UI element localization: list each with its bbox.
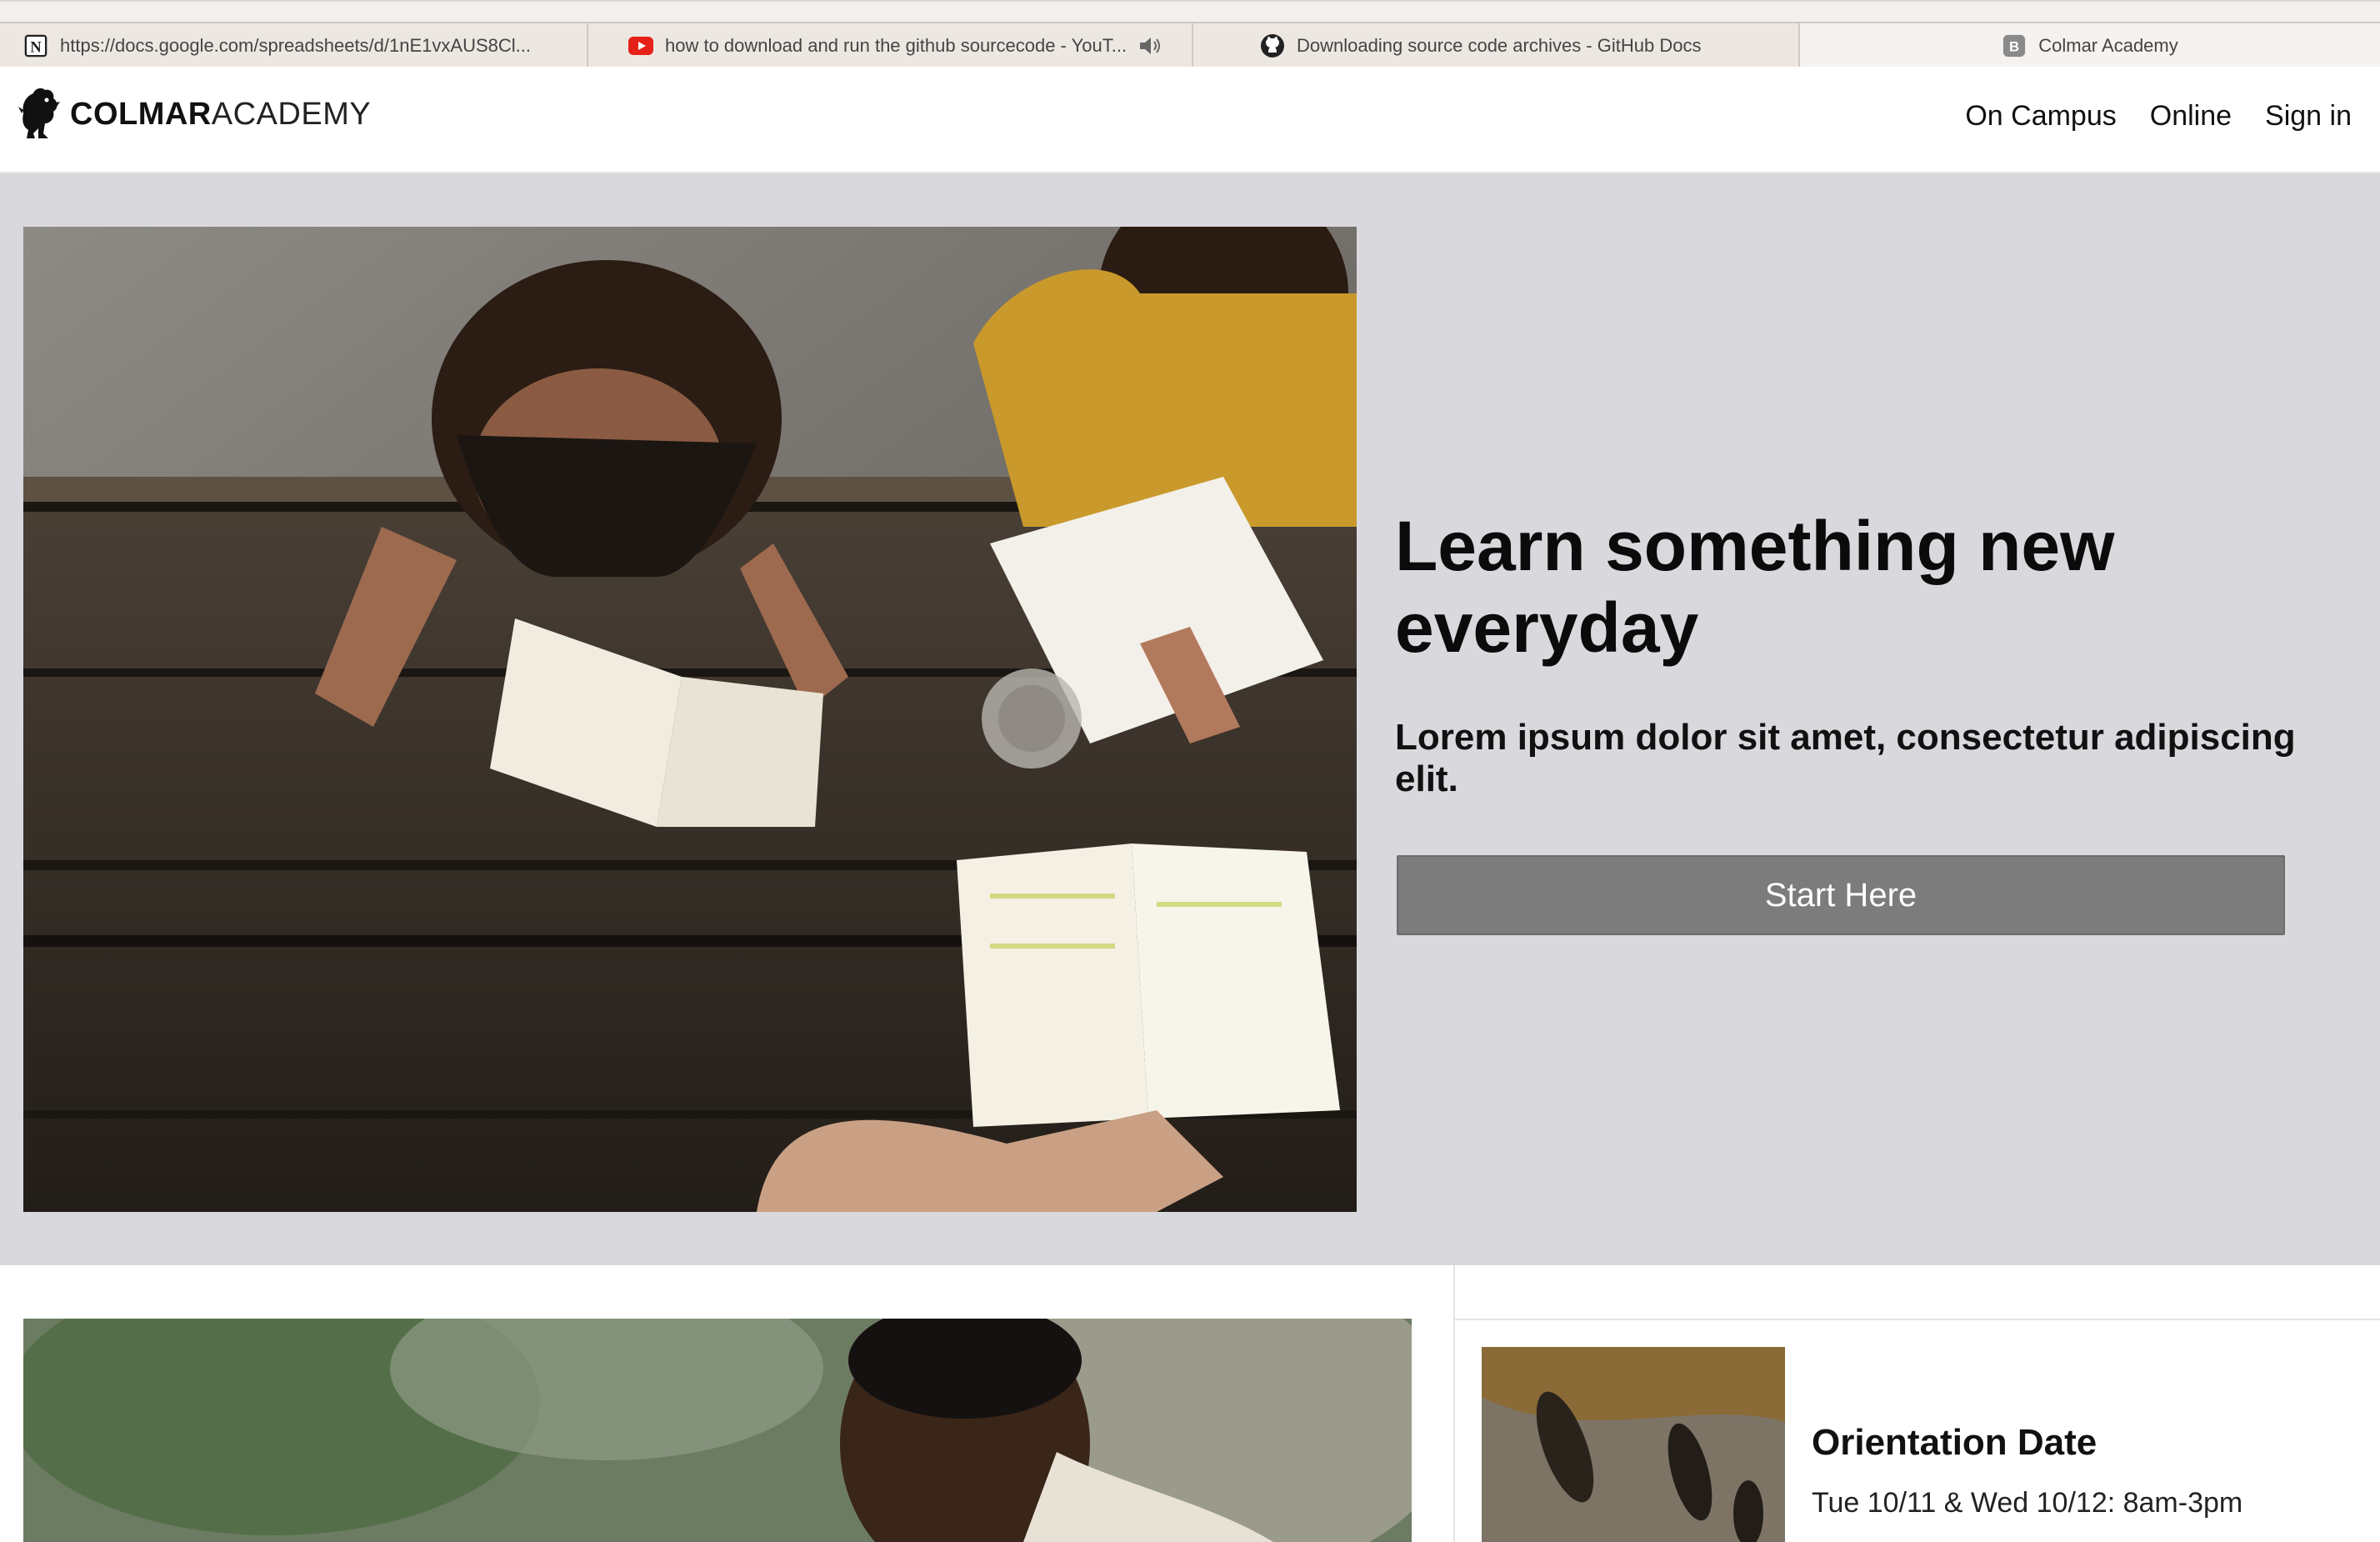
lower-section: Orientation Date Tue 10/11 & Wed 10/12: … <box>0 1265 2380 1542</box>
student-portrait-photo <box>23 1319 1412 1542</box>
main-nav: On Campus Online Sign in <box>1965 100 2352 133</box>
b-favicon-icon: B <box>2002 33 2027 58</box>
tab-label: Colmar Academy <box>2038 35 2178 56</box>
logo-light-text: ACADEMY <box>211 96 372 132</box>
event-thumbnail-photo <box>1482 1347 1785 1542</box>
site-logo[interactable]: COLMARACADEMY <box>17 85 371 143</box>
logo-wordmark: COLMARACADEMY <box>70 97 371 133</box>
svg-text:B: B <box>2009 39 2019 55</box>
nav-online[interactable]: Online <box>2150 100 2232 133</box>
hero-title: Learn something new everyday <box>1395 507 2115 667</box>
notion-icon: N <box>23 33 48 58</box>
hero-subtitle: Lorem ipsum dolor sit amet, consectetur … <box>1395 717 2296 799</box>
event-title: Orientation Date <box>1812 1422 2098 1463</box>
start-here-button[interactable]: Start Here <box>1397 855 2285 935</box>
event-card-orientation[interactable]: Orientation Date Tue 10/11 & Wed 10/12: … <box>1455 1320 2380 1542</box>
browser-tab-spreadsheet[interactable]: N https://docs.google.com/spreadsheets/d… <box>0 22 588 68</box>
nav-on-campus[interactable]: On Campus <box>1965 100 2116 133</box>
event-date: Tue 10/11 & Wed 10/12: 8am-3pm <box>1812 1487 2243 1519</box>
lion-icon <box>17 85 63 144</box>
browser-tab-colmar-active[interactable]: B Colmar Academy <box>1800 22 2380 68</box>
youtube-icon <box>628 33 653 58</box>
logo-bold-text: COLMAR <box>70 96 212 132</box>
browser-tab-strip: N https://docs.google.com/spreadsheets/d… <box>0 0 2380 68</box>
hero-section: Learn something new everyday Lorem ipsum… <box>0 173 2380 1265</box>
github-icon <box>1260 33 1285 58</box>
hero-photo-students-studying <box>23 227 1357 1212</box>
tab-label: Downloading source code archives - GitHu… <box>1297 35 1702 56</box>
browser-tab-github[interactable]: Downloading source code archives - GitHu… <box>1193 22 1800 68</box>
site-header: COLMARACADEMY On Campus Online Sign in <box>0 67 2380 173</box>
nav-sign-in[interactable]: Sign in <box>2265 100 2352 133</box>
svg-text:N: N <box>30 38 42 56</box>
tab-label: https://docs.google.com/spreadsheets/d/1… <box>60 35 531 56</box>
browser-tab-youtube[interactable]: how to download and run the github sourc… <box>588 22 1193 68</box>
speaker-icon[interactable] <box>1138 36 1163 56</box>
tab-label: how to download and run the github sourc… <box>665 35 1128 56</box>
